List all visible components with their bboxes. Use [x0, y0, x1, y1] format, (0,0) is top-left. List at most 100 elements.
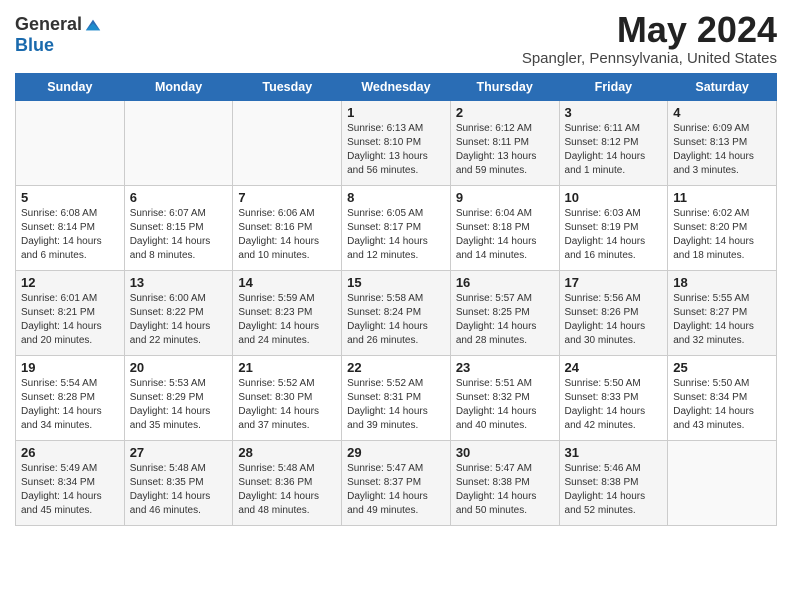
day-number: 4: [673, 105, 771, 120]
cell-content: Sunrise: 5:52 AMSunset: 8:31 PMDaylight:…: [347, 377, 445, 433]
day-number: 3: [565, 105, 663, 120]
calendar-cell: 17 Sunrise: 5:56 AMSunset: 8:26 PMDayligh…: [559, 270, 668, 355]
cell-content: Sunrise: 6:06 AMSunset: 8:16 PMDaylight:…: [238, 207, 336, 263]
calendar-cell: 30 Sunrise: 5:47 AMSunset: 8:38 PMDayligh…: [450, 440, 559, 525]
cell-content: Sunrise: 5:54 AMSunset: 8:28 PMDaylight:…: [21, 377, 119, 433]
calendar-cell: 21 Sunrise: 5:52 AMSunset: 8:30 PMDayligh…: [233, 355, 342, 440]
week-row-4: 19Sunrise: 5:54 AMSunset: 8:28 PMDayligh…: [16, 355, 777, 440]
day-number: 26: [21, 445, 119, 460]
cell-content: Sunrise: 6:07 AMSunset: 8:15 PMDaylight:…: [130, 207, 228, 263]
day-number: 24: [565, 360, 663, 375]
calendar-cell: 23 Sunrise: 5:51 AMSunset: 8:32 PMDayligh…: [450, 355, 559, 440]
calendar-cell: [233, 100, 342, 185]
day-number: 2: [456, 105, 554, 120]
cell-content: Sunrise: 6:01 AMSunset: 8:21 PMDaylight:…: [21, 292, 119, 348]
weekday-header-saturday: Saturday: [668, 73, 777, 100]
cell-content: Sunrise: 5:58 AMSunset: 8:24 PMDaylight:…: [347, 292, 445, 348]
day-number: 11: [673, 190, 771, 205]
cell-content: Sunrise: 6:00 AMSunset: 8:22 PMDaylight:…: [130, 292, 228, 348]
calendar-cell: 4 Sunrise: 6:09 AMSunset: 8:13 PMDaylight…: [668, 100, 777, 185]
day-number: 27: [130, 445, 228, 460]
day-number: 22: [347, 360, 445, 375]
calendar-cell: 18 Sunrise: 5:55 AMSunset: 8:27 PMDayligh…: [668, 270, 777, 355]
cell-content: Sunrise: 5:48 AMSunset: 8:36 PMDaylight:…: [238, 462, 336, 518]
logo: General Blue: [15, 10, 102, 56]
day-number: 14: [238, 275, 336, 290]
calendar-table: SundayMondayTuesdayWednesdayThursdayFrid…: [15, 73, 777, 526]
calendar-cell: 20Sunrise: 5:53 AMSunset: 8:29 PMDayligh…: [124, 355, 233, 440]
location-text: Spangler, Pennsylvania, United States: [522, 50, 777, 67]
calendar-cell: 3 Sunrise: 6:11 AMSunset: 8:12 PMDaylight…: [559, 100, 668, 185]
calendar-cell: 10 Sunrise: 6:03 AMSunset: 8:19 PMDayligh…: [559, 185, 668, 270]
cell-content: Sunrise: 5:56 AMSunset: 8:26 PMDaylight:…: [565, 292, 663, 348]
day-number: 5: [21, 190, 119, 205]
calendar-cell: 28Sunrise: 5:48 AMSunset: 8:36 PMDayligh…: [233, 440, 342, 525]
day-number: 15: [347, 275, 445, 290]
day-number: 8: [347, 190, 445, 205]
weekday-header-sunday: Sunday: [16, 73, 125, 100]
cell-content: Sunrise: 6:03 AMSunset: 8:19 PMDaylight:…: [565, 207, 663, 263]
day-number: 16: [456, 275, 554, 290]
week-row-1: 1Sunrise: 6:13 AMSunset: 8:10 PMDaylight…: [16, 100, 777, 185]
week-row-5: 26 Sunrise: 5:49 AMSunset: 8:34 PMDayligh…: [16, 440, 777, 525]
calendar-cell: 8 Sunrise: 6:05 AMSunset: 8:17 PMDaylight…: [342, 185, 451, 270]
calendar-cell: 27 Sunrise: 5:48 AMSunset: 8:35 PMDayligh…: [124, 440, 233, 525]
cell-content: Sunrise: 5:52 AMSunset: 8:30 PMDaylight:…: [238, 377, 336, 433]
cell-content: Sunrise: 5:49 AMSunset: 8:34 PMDaylight:…: [21, 462, 119, 518]
day-number: 1: [347, 105, 445, 120]
title-section: May 2024 Spangler, Pennsylvania, United …: [522, 10, 777, 67]
day-number: 23: [456, 360, 554, 375]
cell-content: Sunrise: 5:57 AMSunset: 8:25 PMDaylight:…: [456, 292, 554, 348]
month-title: May 2024: [522, 10, 777, 50]
day-number: 20: [130, 360, 228, 375]
calendar-cell: 29Sunrise: 5:47 AMSunset: 8:37 PMDayligh…: [342, 440, 451, 525]
cell-content: Sunrise: 6:09 AMSunset: 8:13 PMDaylight:…: [673, 122, 771, 178]
day-number: 21: [238, 360, 336, 375]
cell-content: Sunrise: 5:51 AMSunset: 8:32 PMDaylight:…: [456, 377, 554, 433]
cell-content: Sunrise: 6:02 AMSunset: 8:20 PMDaylight:…: [673, 207, 771, 263]
calendar-cell: 31 Sunrise: 5:46 AMSunset: 8:38 PMDayligh…: [559, 440, 668, 525]
week-row-2: 5 Sunrise: 6:08 AMSunset: 8:14 PMDaylight…: [16, 185, 777, 270]
weekday-header-row: SundayMondayTuesdayWednesdayThursdayFrid…: [16, 73, 777, 100]
weekday-header-monday: Monday: [124, 73, 233, 100]
calendar-cell: 5 Sunrise: 6:08 AMSunset: 8:14 PMDaylight…: [16, 185, 125, 270]
calendar-cell: 15 Sunrise: 5:58 AMSunset: 8:24 PMDayligh…: [342, 270, 451, 355]
day-number: 29: [347, 445, 445, 460]
day-number: 30: [456, 445, 554, 460]
day-number: 18: [673, 275, 771, 290]
calendar-cell: 7 Sunrise: 6:06 AMSunset: 8:16 PMDaylight…: [233, 185, 342, 270]
cell-content: Sunrise: 5:55 AMSunset: 8:27 PMDaylight:…: [673, 292, 771, 348]
calendar-cell: 12 Sunrise: 6:01 AMSunset: 8:21 PMDayligh…: [16, 270, 125, 355]
cell-content: Sunrise: 6:11 AMSunset: 8:12 PMDaylight:…: [565, 122, 663, 178]
day-number: 31: [565, 445, 663, 460]
calendar-cell: [16, 100, 125, 185]
logo-general-text: General: [15, 14, 82, 35]
calendar-cell: 22 Sunrise: 5:52 AMSunset: 8:31 PMDayligh…: [342, 355, 451, 440]
weekday-header-thursday: Thursday: [450, 73, 559, 100]
day-number: 10: [565, 190, 663, 205]
day-number: 17: [565, 275, 663, 290]
calendar-cell: 1Sunrise: 6:13 AMSunset: 8:10 PMDaylight…: [342, 100, 451, 185]
calendar-cell: [124, 100, 233, 185]
calendar-cell: 6Sunrise: 6:07 AMSunset: 8:15 PMDaylight…: [124, 185, 233, 270]
calendar-cell: 24Sunrise: 5:50 AMSunset: 8:33 PMDayligh…: [559, 355, 668, 440]
day-number: 12: [21, 275, 119, 290]
weekday-header-tuesday: Tuesday: [233, 73, 342, 100]
cell-content: Sunrise: 6:05 AMSunset: 8:17 PMDaylight:…: [347, 207, 445, 263]
cell-content: Sunrise: 6:08 AMSunset: 8:14 PMDaylight:…: [21, 207, 119, 263]
cell-content: Sunrise: 5:59 AMSunset: 8:23 PMDaylight:…: [238, 292, 336, 348]
cell-content: Sunrise: 5:48 AMSunset: 8:35 PMDaylight:…: [130, 462, 228, 518]
cell-content: Sunrise: 5:46 AMSunset: 8:38 PMDaylight:…: [565, 462, 663, 518]
day-number: 7: [238, 190, 336, 205]
week-row-3: 12 Sunrise: 6:01 AMSunset: 8:21 PMDayligh…: [16, 270, 777, 355]
cell-content: Sunrise: 6:12 AMSunset: 8:11 PMDaylight:…: [456, 122, 554, 178]
page-header: General Blue May 2024 Spangler, Pennsylv…: [15, 10, 777, 67]
calendar-cell: 25 Sunrise: 5:50 AMSunset: 8:34 PMDayligh…: [668, 355, 777, 440]
cell-content: Sunrise: 5:50 AMSunset: 8:34 PMDaylight:…: [673, 377, 771, 433]
calendar-cell: 14 Sunrise: 5:59 AMSunset: 8:23 PMDayligh…: [233, 270, 342, 355]
calendar-cell: 26 Sunrise: 5:49 AMSunset: 8:34 PMDayligh…: [16, 440, 125, 525]
day-number: 25: [673, 360, 771, 375]
calendar-cell: 9Sunrise: 6:04 AMSunset: 8:18 PMDaylight…: [450, 185, 559, 270]
calendar-cell: 19Sunrise: 5:54 AMSunset: 8:28 PMDayligh…: [16, 355, 125, 440]
cell-content: Sunrise: 5:47 AMSunset: 8:38 PMDaylight:…: [456, 462, 554, 518]
